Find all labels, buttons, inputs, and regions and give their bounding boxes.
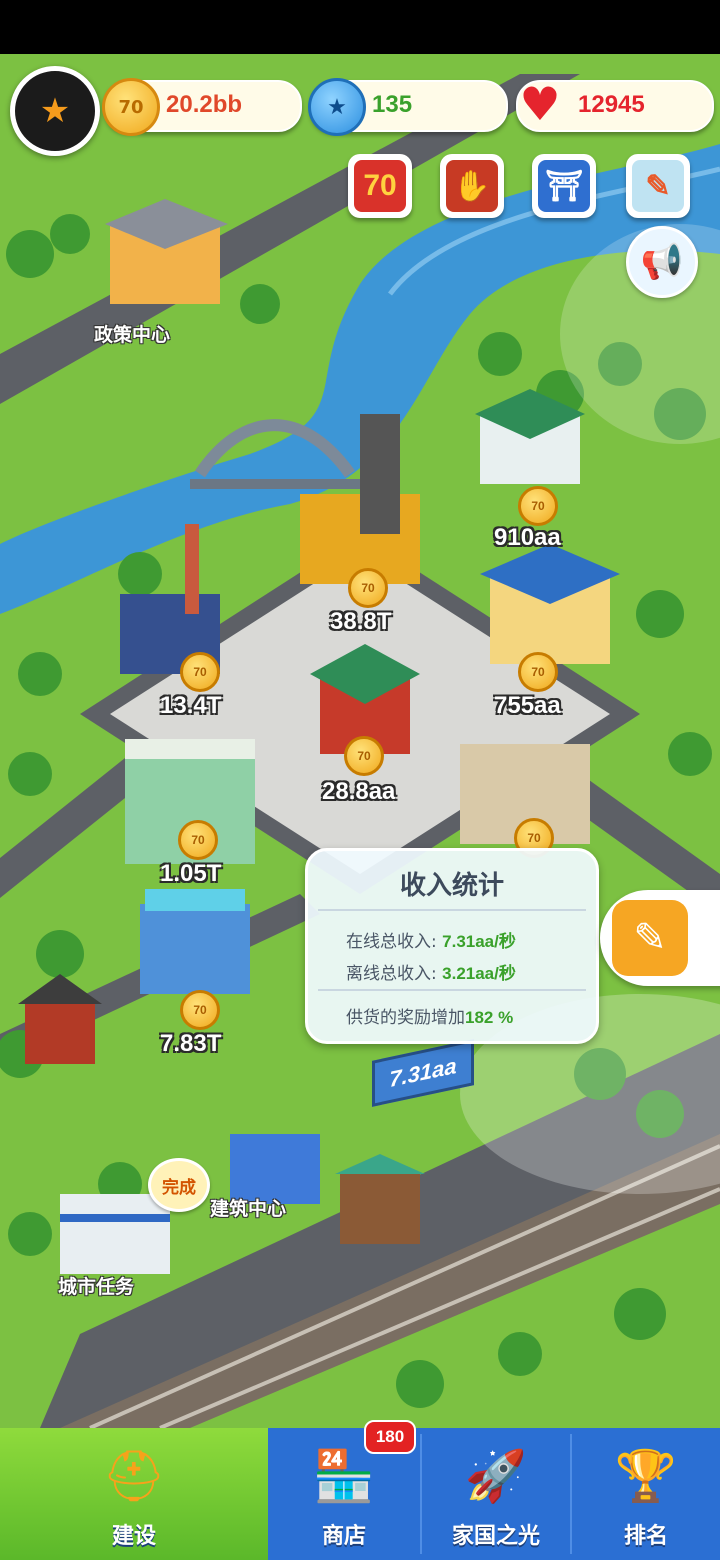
handshake-icon: ✋ [446,160,498,212]
supply-bonus-row: 供货的奖励增加182 % [346,1003,513,1028]
heart-icon: ♥ [519,77,561,131]
player-avatar[interactable]: ★ [10,66,100,156]
tower-icon: ⛩ [538,160,590,212]
income-coin-icon[interactable]: 70 [180,652,220,692]
building-income[interactable]: 13.4T [160,692,221,720]
tower-event-button[interactable]: ⛩ [532,154,596,218]
podium-icon: 🏆 [614,1446,678,1505]
online-income-row: 在线总收入: 7.31aa/秒 [346,927,516,952]
income-stats-panel[interactable]: 收入统计 在线总收入: 7.31aa/秒 离线总收入: 3.21aa/秒 供货的… [305,848,599,1044]
star-icon: ★ [39,91,71,131]
anniversary-70-icon: 70 [354,160,406,212]
income-coin-icon[interactable]: 70 [518,486,558,526]
income-stats-title: 收入统计 [399,871,504,901]
notes-icon: ✎ [632,160,684,212]
bottom-nav: ⛑ 建设 🏪 商店 🚀 家国之光 🏆 排名 [0,1428,720,1560]
offline-income-label: 离线总收入: [346,964,437,984]
coin-amount: 20.2bb [166,91,243,118]
policy-center-label[interactable]: 政策中心 [94,320,170,347]
speaker-icon[interactable]: 📢 [626,226,698,298]
heart-amount: 12945 [578,91,645,118]
coin-counter[interactable]: 70 20.2bb [102,78,302,136]
tab-homeland-label: 家国之光 [451,1524,540,1549]
building-income[interactable]: 755aa [494,692,561,720]
tab-rank-label: 排名 [623,1524,668,1549]
building-income[interactable]: 910aa [494,524,561,552]
building-center-label[interactable]: 建筑中心 [210,1194,286,1221]
tab-rank[interactable]: 🏆 排名 [572,1428,720,1560]
status-bar [0,0,720,54]
hard-hat-icon: ⛑ [102,1446,166,1505]
tab-shop-label: 商店 [321,1524,366,1549]
city-task-done-badge[interactable]: 完成 [148,1158,210,1212]
supply-bonus-label: 供货的奖励增加 [346,1008,465,1028]
income-coin-icon[interactable]: 70 [518,652,558,692]
online-income-value: 7.31aa/秒 [442,932,516,951]
rocket-icon: 🚀 [464,1446,528,1505]
divider [318,989,586,991]
shop-notification-badge: 180 [364,1420,416,1454]
divider [318,909,586,911]
build-edit-button[interactable]: ✎ [600,890,720,986]
tab-build-label: 建设 [111,1524,156,1549]
income-coin-icon[interactable]: 70 [180,990,220,1030]
offline-income-value: 3.21aa/秒 [442,964,516,983]
star-gem-icon: ★ [308,78,366,136]
anniversary-70-button[interactable]: 70 [348,154,412,218]
offline-income-row: 离线总收入: 3.21aa/秒 [346,959,516,984]
coin-icon: 70 [102,78,160,136]
house-pencil-icon: ✎ [612,900,688,976]
income-coin-icon[interactable]: 70 [348,568,388,608]
handshake-button[interactable]: ✋ [440,154,504,218]
supply-bonus-value: 182 % [465,1008,514,1027]
income-coin-icon[interactable]: 70 [344,736,384,776]
income-coin-icon[interactable]: 70 [178,820,218,860]
gem-counter[interactable]: ★ 135 [308,78,508,136]
online-income-label: 在线总收入: [346,932,437,952]
building-income[interactable]: 7.83T [160,1030,221,1058]
tab-build[interactable]: ⛑ 建设 [0,1428,268,1560]
building-income[interactable]: 38.8T [330,608,391,636]
tab-homeland[interactable]: 🚀 家国之光 [422,1428,570,1560]
heart-counter[interactable]: ♥ 12945 [516,77,714,132]
gem-amount: 135 [372,91,413,118]
city-task-label[interactable]: 城市任务 [58,1272,134,1299]
building-income[interactable]: 28.8aa [322,778,395,806]
building-income[interactable]: 1.05T [160,860,221,888]
notes-button[interactable]: ✎ [626,154,690,218]
